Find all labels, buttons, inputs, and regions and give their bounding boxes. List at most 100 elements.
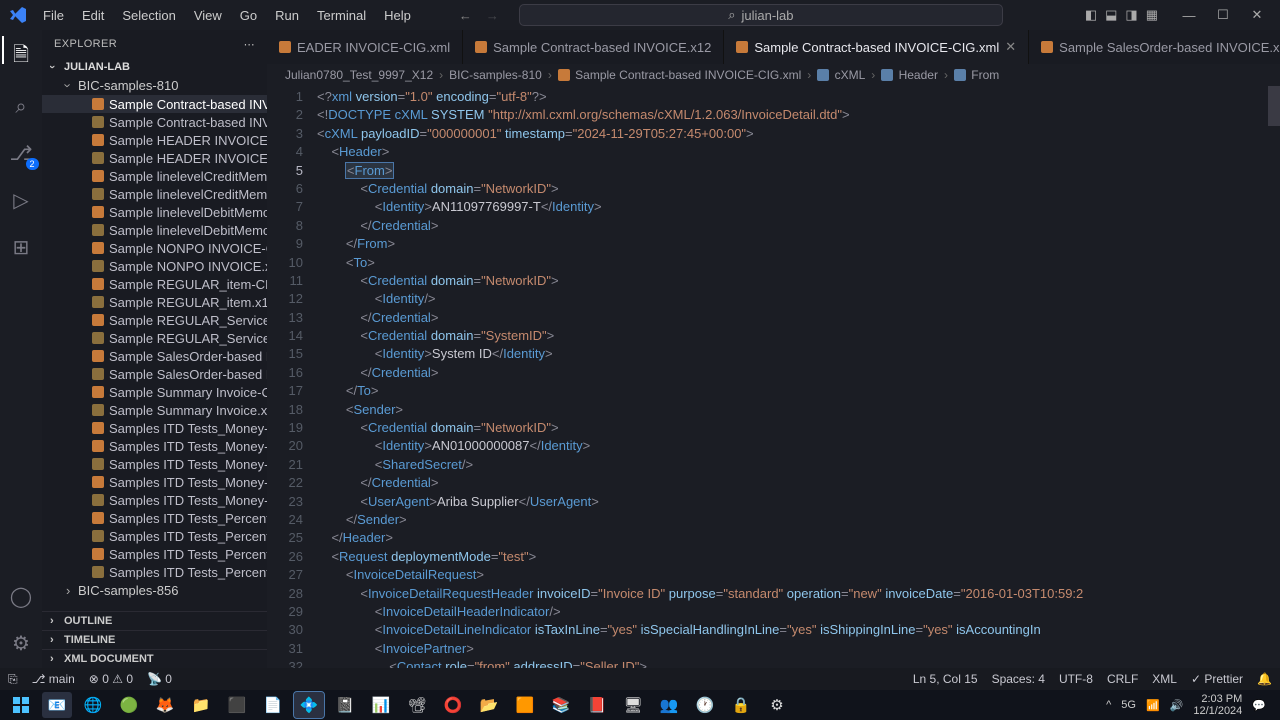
tree-file[interactable]: Sample REGULAR_item-CIG.xml <box>42 275 267 293</box>
line-number[interactable]: 24 <box>267 511 303 529</box>
breadcrumb-item[interactable]: BIC-samples-810 <box>449 68 542 82</box>
code-line[interactable]: <Identity/> <box>317 290 1280 308</box>
breadcrumb-item[interactable]: Header <box>881 68 938 82</box>
tree-file[interactable]: Sample SalesOrder-based INVOICE.x12 <box>42 365 267 383</box>
tab-close-icon[interactable]: ✕ <box>1005 39 1016 55</box>
code-editor[interactable]: 1234567891011121314151617181920212223242… <box>267 86 1280 668</box>
line-number[interactable]: 4 <box>267 143 303 161</box>
status-encoding[interactable]: UTF-8 <box>1059 672 1093 686</box>
tree-folder[interactable]: BIC-samples-856 <box>42 581 267 600</box>
status-lang[interactable]: XML <box>1152 672 1177 686</box>
line-number[interactable]: 2 <box>267 106 303 124</box>
line-number[interactable]: 32 <box>267 658 303 668</box>
code-line[interactable]: <SharedSecret/> <box>317 456 1280 474</box>
tree-file[interactable]: Sample Summary Invoice.x12 <box>42 401 267 419</box>
activity-search-icon[interactable]: ⌕ <box>15 96 26 119</box>
tree-file[interactable]: Sample NONPO INVOICE-CIG.xml <box>42 239 267 257</box>
code-line[interactable]: <Identity>System ID</Identity> <box>317 345 1280 363</box>
code-line[interactable]: </Header> <box>317 529 1280 547</box>
breadcrumb-item[interactable]: From <box>954 68 999 82</box>
code-line[interactable]: <cXML payloadID="000000001" timestamp="2… <box>317 125 1280 143</box>
line-number[interactable]: 18 <box>267 401 303 419</box>
code-line[interactable]: <Contact role="from" addressID="Seller I… <box>317 658 1280 668</box>
window-minimize-button[interactable]: — <box>1172 0 1206 30</box>
activity-extensions-icon[interactable]: ⊞ <box>13 235 30 260</box>
activity-debug-icon[interactable]: ▷ <box>13 188 28 213</box>
status-ports[interactable]: 📡 0 <box>147 672 172 686</box>
code-lines[interactable]: <?xml version="1.0" encoding="utf-8"?><!… <box>317 86 1280 668</box>
taskbar-app[interactable]: ⚙ <box>762 692 792 718</box>
line-number[interactable]: 15 <box>267 345 303 363</box>
code-line[interactable]: <To> <box>317 254 1280 272</box>
menu-selection[interactable]: Selection <box>114 4 183 27</box>
code-line[interactable]: <UserAgent>Ariba Supplier</UserAgent> <box>317 493 1280 511</box>
activity-scm-icon[interactable]: ⎇2 <box>9 141 32 166</box>
code-line[interactable]: <InvoiceDetailLineIndicator isTaxInLine=… <box>317 621 1280 639</box>
status-eol[interactable]: CRLF <box>1107 672 1138 686</box>
code-line[interactable]: <InvoiceDetailHeaderIndicator/> <box>317 603 1280 621</box>
tree-file[interactable]: Samples ITD Tests_Percent-ITD15-CIG... <box>42 545 267 563</box>
menu-edit[interactable]: Edit <box>74 4 112 27</box>
tree-root[interactable]: JULIAN-LAB <box>42 58 267 76</box>
tree-file[interactable]: Sample linelevelCreditMemo.x12 <box>42 185 267 203</box>
status-bell-icon[interactable]: 🔔 <box>1257 672 1272 686</box>
line-number[interactable]: 1 <box>267 88 303 106</box>
tree-file[interactable]: Sample Summary Invoice-CIG.xml <box>42 383 267 401</box>
code-line[interactable]: <Request deploymentMode="test"> <box>317 548 1280 566</box>
tray-chevron-icon[interactable]: ^ <box>1106 699 1111 711</box>
menu-view[interactable]: View <box>186 4 230 27</box>
taskbar-app[interactable]: 📂 <box>474 692 504 718</box>
window-maximize-button[interactable]: ☐ <box>1206 0 1240 30</box>
menu-help[interactable]: Help <box>376 4 419 27</box>
taskbar-app[interactable]: 📕 <box>582 692 612 718</box>
activity-explorer-icon[interactable]: 🗎 <box>13 40 29 74</box>
sidebar-section[interactable]: OUTLINE <box>42 611 267 630</box>
layout-panel-icon[interactable]: ⬓ <box>1105 7 1117 23</box>
breadcrumb-item[interactable]: Sample Contract-based INVOICE-CIG.xml <box>558 68 801 82</box>
code-line[interactable]: <Credential domain="NetworkID"> <box>317 180 1280 198</box>
tree-file[interactable]: Samples ITD Tests_Percent-ITD03-CIG... <box>42 509 267 527</box>
tray-notifications-icon[interactable]: 💬 <box>1252 699 1266 712</box>
tree-file[interactable]: Samples ITD Tests_Money-ITD10.x12 <box>42 491 267 509</box>
code-line[interactable]: <Sender> <box>317 401 1280 419</box>
code-line[interactable]: <InvoiceDetailRequest> <box>317 566 1280 584</box>
taskbar-app[interactable]: ⭕ <box>438 692 468 718</box>
activity-account-icon[interactable]: ◯ <box>10 584 32 609</box>
tray-volume-icon[interactable]: 🔊 <box>1170 699 1184 712</box>
code-line[interactable]: <From> <box>317 162 1280 180</box>
code-line[interactable]: <Credential domain="NetworkID"> <box>317 272 1280 290</box>
taskbar-app[interactable]: 📧 <box>42 692 72 718</box>
line-number[interactable]: 3 <box>267 125 303 143</box>
editor-tab[interactable]: Sample Contract-based INVOICE-CIG.xml✕ <box>724 30 1029 64</box>
status-errors[interactable]: ⊗ 0 ⚠ 0 <box>89 672 133 686</box>
tree-file[interactable]: Sample SalesOrder-based INVOICE-CI... <box>42 347 267 365</box>
tree-folder[interactable]: BIC-samples-810 <box>42 76 267 95</box>
line-number[interactable]: 16 <box>267 364 303 382</box>
code-line[interactable]: <InvoiceDetailRequestHeader invoiceID="I… <box>317 585 1280 603</box>
status-ln-col[interactable]: Ln 5, Col 15 <box>913 672 978 686</box>
line-number[interactable]: 20 <box>267 437 303 455</box>
code-line[interactable]: </Credential> <box>317 309 1280 327</box>
taskbar-app[interactable]: 🌐 <box>78 692 108 718</box>
code-line[interactable]: </Credential> <box>317 217 1280 235</box>
activity-settings-icon[interactable]: ⚙ <box>12 631 30 656</box>
line-number[interactable]: 30 <box>267 621 303 639</box>
tree-file[interactable]: Sample HEADER INVOICE.x12 <box>42 149 267 167</box>
line-number[interactable]: 28 <box>267 585 303 603</box>
tree-file[interactable]: Samples ITD Tests_Percent-ITD03.x12 <box>42 527 267 545</box>
line-number[interactable]: 9 <box>267 235 303 253</box>
line-number[interactable]: 26 <box>267 548 303 566</box>
line-number[interactable]: 31 <box>267 640 303 658</box>
menu-terminal[interactable]: Terminal <box>309 4 374 27</box>
menu-run[interactable]: Run <box>267 4 307 27</box>
line-number[interactable]: 17 <box>267 382 303 400</box>
line-number[interactable]: 19 <box>267 419 303 437</box>
sidebar-more-icon[interactable]: ⋯ <box>244 38 255 51</box>
line-number[interactable]: 29 <box>267 603 303 621</box>
taskbar-app[interactable]: 📊 <box>366 692 396 718</box>
layout-sidebar-left-icon[interactable]: ◧ <box>1085 7 1097 23</box>
line-number[interactable]: 5 <box>267 162 303 180</box>
code-line[interactable]: <?xml version="1.0" encoding="utf-8"?> <box>317 88 1280 106</box>
tree-file[interactable]: Sample Contract-based INVOICE.x12 <box>42 113 267 131</box>
tray-wifi-icon[interactable]: 📶 <box>1146 699 1160 712</box>
